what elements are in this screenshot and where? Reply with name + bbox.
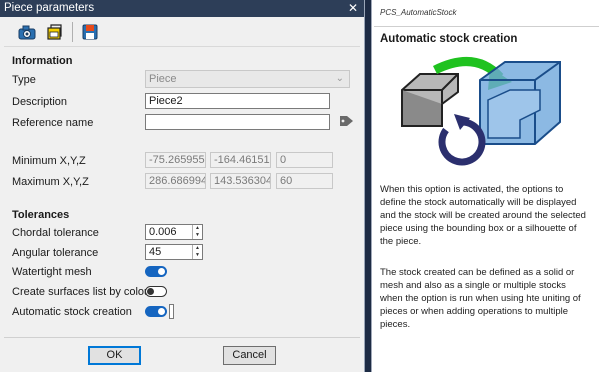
automatic-stock-illustration — [380, 52, 595, 172]
information-heading: Information — [12, 55, 73, 67]
watertight-mesh-label: Watertight mesh — [12, 266, 92, 278]
maximum-x-field: 286.686994 — [145, 173, 206, 189]
automatic-stock-toggle[interactable] — [145, 306, 167, 317]
minimum-z-field: 0 — [276, 152, 333, 168]
maximum-z-field: 60 — [276, 173, 333, 189]
cancel-button[interactable]: Cancel — [223, 346, 276, 365]
dialog-title: Piece parameters — [4, 2, 95, 14]
angular-tolerance-stepper[interactable]: 45 ▲ ▼ — [145, 244, 203, 260]
save-disk-icon[interactable] — [79, 21, 101, 43]
reference-name-field[interactable] — [145, 114, 330, 130]
description-label: Description — [12, 96, 68, 108]
stock-box-icon[interactable] — [44, 21, 66, 43]
minimum-y-field: -164.461513 — [210, 152, 271, 168]
description-field[interactable]: Piece2 — [145, 93, 330, 109]
chordal-tolerance-value: 0.006 — [149, 226, 177, 238]
help-panel: PCS_AutomaticStock Automatic stock creat… — [371, 0, 601, 372]
create-surfaces-label: Create surfaces list by colour — [12, 286, 154, 298]
toolbar — [4, 17, 360, 47]
decrement-icon[interactable]: ▼ — [193, 252, 202, 259]
increment-icon[interactable]: ▲ — [193, 245, 202, 252]
camera-settings-icon[interactable] — [16, 21, 38, 43]
create-surfaces-toggle[interactable] — [145, 286, 167, 297]
footer-separator — [4, 337, 360, 338]
maximum-y-field: 143.536304 — [210, 173, 271, 189]
reference-name-label: Reference name — [12, 117, 94, 129]
watertight-mesh-toggle[interactable] — [145, 266, 167, 277]
help-separator — [374, 26, 599, 27]
increment-icon[interactable]: ▲ — [193, 225, 202, 232]
help-topic-tag: PCS_AutomaticStock — [380, 8, 457, 17]
piece-parameters-dialog: Piece parameters ✕ Information Type Piec… — [0, 0, 365, 372]
toolbar-separator — [72, 21, 73, 42]
automatic-stock-label: Automatic stock creation — [12, 306, 132, 318]
angular-tolerance-value: 45 — [149, 246, 162, 258]
help-paragraph-1: When this option is activated, the optio… — [380, 184, 586, 247]
type-value: Piece — [149, 73, 177, 85]
ok-button[interactable]: OK — [88, 346, 141, 365]
focus-indicator — [169, 304, 174, 319]
close-icon[interactable]: ✕ — [348, 0, 358, 17]
type-label: Type — [12, 74, 36, 86]
angular-tolerance-label: Angular tolerance — [12, 247, 99, 259]
minimum-x-field: -75.265955 — [145, 152, 206, 168]
dialog-titlebar: Piece parameters ✕ — [0, 0, 364, 17]
chevron-down-icon: ⌄ — [335, 73, 344, 84]
help-title: Automatic stock creation — [380, 33, 518, 45]
minimum-label: Minimum X,Y,Z — [12, 155, 86, 167]
tag-icon[interactable] — [339, 114, 355, 128]
chordal-tolerance-stepper[interactable]: 0.006 ▲ ▼ — [145, 224, 203, 240]
maximum-label: Maximum X,Y,Z — [12, 176, 89, 188]
type-select: Piece ⌄ — [145, 70, 350, 88]
decrement-icon[interactable]: ▼ — [193, 232, 202, 239]
help-paragraph-2: The stock created can be defined as a so… — [380, 267, 581, 330]
chordal-tolerance-label: Chordal tolerance — [12, 227, 99, 239]
tolerances-heading: Tolerances — [12, 209, 70, 221]
